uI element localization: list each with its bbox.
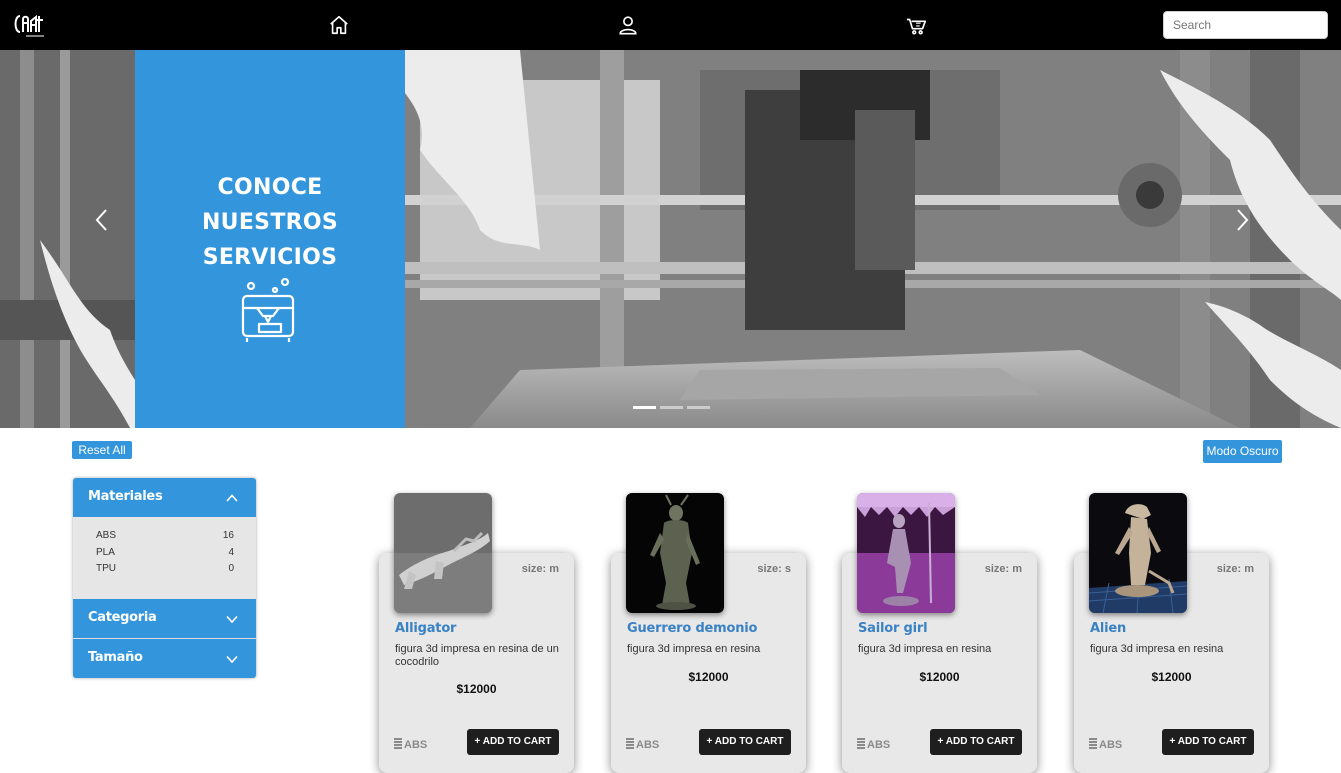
product-material: ABS <box>394 738 427 751</box>
material-count: 16 <box>222 530 234 541</box>
product-description: figura 3d impresa en resina <box>858 643 992 655</box>
chevron-down-icon <box>225 652 239 666</box>
product-size: size: s <box>757 563 791 575</box>
material-filter-tpu[interactable]: TPU 0 <box>96 563 234 579</box>
accordion-title: Tamaño <box>88 650 143 665</box>
add-to-cart-button[interactable]: + ADD TO CART <box>1162 729 1254 755</box>
carousel-prev-arrow[interactable] <box>92 205 112 235</box>
3d-printer-icon <box>237 278 299 346</box>
product-price: $12000 <box>919 670 960 684</box>
add-to-cart-button[interactable]: + ADD TO CART <box>467 729 559 755</box>
services-promo-panel[interactable]: CONOCE NUESTROS SERVICIOS <box>135 50 405 428</box>
reset-all-button[interactable]: Reset All <box>72 441 132 459</box>
product-price: $12000 <box>456 682 497 696</box>
carousel-next-arrow[interactable] <box>1232 205 1252 235</box>
product-image-alligator[interactable] <box>394 493 492 613</box>
product-material-label: ABS <box>867 739 891 751</box>
user-icon[interactable] <box>617 14 639 36</box>
accordion-header-materiales[interactable]: Materiales <box>73 478 256 517</box>
cart-icon[interactable] <box>906 14 928 36</box>
product-price: $12000 <box>1151 670 1192 684</box>
chevron-up-icon <box>225 491 239 505</box>
accordion-header-categoria[interactable]: Categoria <box>73 599 256 638</box>
accordion-title: Materiales <box>88 489 163 504</box>
product-description: figura 3d impresa en resina <box>627 643 761 655</box>
product-material-label: ABS <box>404 739 428 751</box>
product-material: ABS <box>857 738 890 751</box>
product-material: ABS <box>626 738 659 751</box>
search-input[interactable] <box>1163 11 1328 39</box>
product-description: figura 3d impresa en resina <box>1090 643 1224 655</box>
spool-icon <box>857 738 865 749</box>
spool-icon <box>394 738 402 749</box>
material-name: ABS <box>96 530 117 541</box>
product-material-label: ABS <box>636 739 660 751</box>
home-icon[interactable] <box>328 14 350 36</box>
product-price: $12000 <box>688 670 729 684</box>
product-description: figura 3d impresa en resina de un cocodr… <box>395 643 559 668</box>
accordion-title: Categoria <box>88 610 157 625</box>
add-to-cart-button[interactable]: + ADD TO CART <box>699 729 791 755</box>
promo-title: CONOCE NUESTROS SERVICIOS <box>201 175 339 270</box>
spool-icon <box>626 738 634 749</box>
product-size: size: m <box>521 563 559 575</box>
material-name: PLA <box>96 547 115 558</box>
material-count: 4 <box>228 547 234 558</box>
dark-mode-button[interactable]: Modo Oscuro <box>1203 440 1282 463</box>
material-count: 0 <box>228 563 234 574</box>
chevron-down-icon <box>225 612 239 626</box>
product-material: ABS <box>1089 738 1122 751</box>
filter-accordion: Materiales ABS 16 PLA 4 TPU 0 Categoria … <box>73 478 256 678</box>
product-image-guerrero-demonio[interactable] <box>626 493 724 613</box>
carousel-indicator-2[interactable] <box>660 406 683 409</box>
craft-logo[interactable] <box>12 13 46 39</box>
product-size: size: m <box>984 563 1022 575</box>
spool-icon <box>1089 738 1097 749</box>
carousel-indicator-3[interactable] <box>687 406 710 409</box>
hero-carousel: CONOCE NUESTROS SERVICIOS <box>0 50 1341 428</box>
product-image-alien[interactable] <box>1089 493 1187 613</box>
material-filter-abs[interactable]: ABS 16 <box>96 530 234 546</box>
accordion-header-tamano[interactable]: Tamaño <box>73 639 256 678</box>
material-name: TPU <box>96 563 116 574</box>
product-material-label: ABS <box>1099 739 1123 751</box>
product-title[interactable]: Sailor girl <box>858 621 928 636</box>
add-to-cart-button[interactable]: + ADD TO CART <box>930 729 1022 755</box>
navbar <box>0 0 1341 50</box>
product-title[interactable]: Alligator <box>395 621 456 636</box>
materiales-list: ABS 16 PLA 4 TPU 0 <box>73 517 256 599</box>
product-size: size: m <box>1216 563 1254 575</box>
material-filter-pla[interactable]: PLA 4 <box>96 547 234 563</box>
carousel-indicator-1[interactable] <box>633 406 656 409</box>
product-image-sailor-girl[interactable] <box>857 493 955 613</box>
product-title[interactable]: Guerrero demonio <box>627 621 757 636</box>
product-title[interactable]: Alien <box>1090 621 1126 636</box>
